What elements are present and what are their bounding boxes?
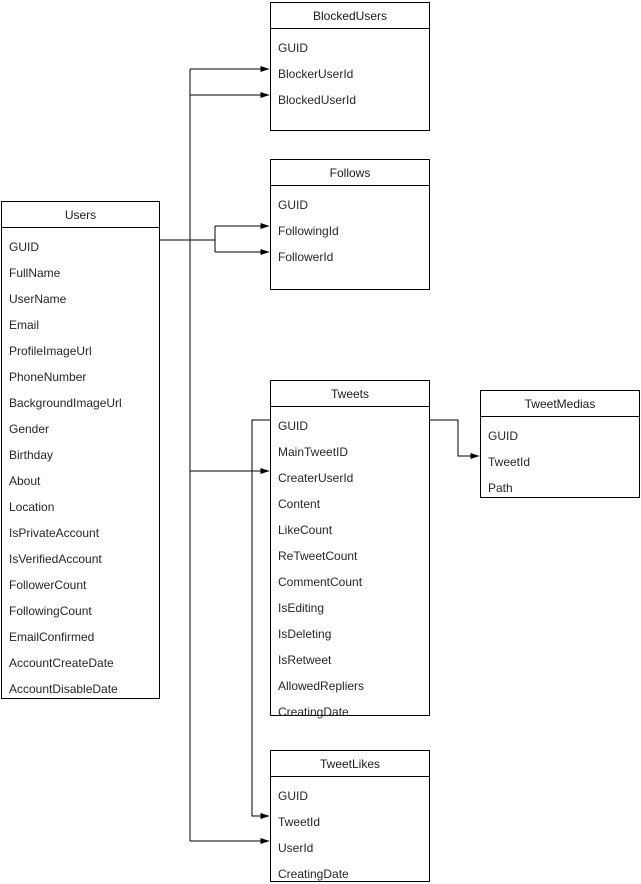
field-users-emailconfirmed[interactable]: EmailConfirmed [2, 624, 159, 650]
field-tweets-commentcount[interactable]: CommentCount [271, 569, 429, 595]
field-tweets-isretweet[interactable]: IsRetweet [271, 647, 429, 673]
entity-title-users: Users [2, 202, 159, 228]
entity-title-blocked_users: BlockedUsers [271, 3, 429, 29]
entity-fields-blocked_users: GUID BlockerUserId BlockedUserId [271, 29, 429, 113]
field-follows-followingid[interactable]: FollowingId [271, 218, 429, 244]
field-users-accountdisabledate[interactable]: AccountDisableDate [2, 676, 159, 702]
field-follows-guid[interactable]: GUID [271, 192, 429, 218]
field-tweet_medias-tweetid[interactable]: TweetId [481, 449, 639, 475]
field-tweets-creatingdate[interactable]: CreatingDate [271, 699, 429, 725]
field-users-gender[interactable]: Gender [2, 416, 159, 442]
field-users-username[interactable]: UserName [2, 286, 159, 312]
field-tweets-likecount[interactable]: LikeCount [271, 517, 429, 543]
field-follows-followerid[interactable]: FollowerId [271, 244, 429, 270]
field-users-isverifiedaccount[interactable]: IsVerifiedAccount [2, 546, 159, 572]
entity-tweet_medias[interactable]: TweetMedias GUID TweetId Path [480, 390, 640, 498]
entity-title-tweet_medias: TweetMedias [481, 391, 639, 417]
entity-users[interactable]: Users GUID FullName UserName Email ProfileIma… [1, 201, 160, 699]
entity-tweet_likes[interactable]: TweetLikes GUID TweetId UserId CreatingDate [270, 750, 430, 882]
entity-follows[interactable]: Follows GUID FollowingId FollowerId [270, 159, 430, 290]
field-tweet_medias-path[interactable]: Path [481, 475, 639, 501]
field-users-followingcount[interactable]: FollowingCount [2, 598, 159, 624]
entity-title-follows: Follows [271, 160, 429, 186]
field-users-accountcreatedate[interactable]: AccountCreateDate [2, 650, 159, 676]
field-tweet_likes-creatingdate[interactable]: CreatingDate [271, 861, 429, 884]
entity-fields-users: GUID FullName UserName Email ProfileImageUrl… [2, 228, 159, 702]
field-tweets-maintweetid[interactable]: MainTweetID [271, 439, 429, 465]
field-tweets-guid[interactable]: GUID [271, 413, 429, 439]
entity-fields-tweet_medias: GUID TweetId Path [481, 417, 639, 501]
field-users-isprivateaccount[interactable]: IsPrivateAccount [2, 520, 159, 546]
connector-tweets-to-tweetlikes-tweetid [251, 419, 270, 819]
field-tweets-allowedrepliers[interactable]: AllowedRepliers [271, 673, 429, 699]
connector-tweets-to-tweetmedias-tweetid [430, 419, 480, 459]
er-diagram-canvas: BlockedUsers GUID BlockerUserId BlockedUser… [0, 0, 641, 884]
field-tweet_likes-userid[interactable]: UserId [271, 835, 429, 861]
field-users-about[interactable]: About [2, 468, 159, 494]
field-users-location[interactable]: Location [2, 494, 159, 520]
field-tweets-retweetcount[interactable]: ReTweetCount [271, 543, 429, 569]
field-tweet_likes-guid[interactable]: GUID [271, 783, 429, 809]
entity-title-tweet_likes: TweetLikes [271, 751, 429, 777]
field-users-followercount[interactable]: FollowerCount [2, 572, 159, 598]
field-tweets-content[interactable]: Content [271, 491, 429, 517]
entity-fields-tweets: GUID MainTweetID CreaterUserId Content LikeC… [271, 407, 429, 725]
field-tweet_likes-tweetid[interactable]: TweetId [271, 809, 429, 835]
field-tweets-isediting[interactable]: IsEditing [271, 595, 429, 621]
field-tweets-createruserid[interactable]: CreaterUserId [271, 465, 429, 491]
field-users-phonenumber[interactable]: PhoneNumber [2, 364, 159, 390]
field-users-birthday[interactable]: Birthday [2, 442, 159, 468]
field-blocked_users-blockeduserid[interactable]: BlockedUserId [271, 87, 429, 113]
field-users-profileimageurl[interactable]: ProfileImageUrl [2, 338, 159, 364]
field-blocked_users-guid[interactable]: GUID [271, 35, 429, 61]
entity-blocked_users[interactable]: BlockedUsers GUID BlockerUserId BlockedUser… [270, 2, 430, 131]
field-users-guid[interactable]: GUID [2, 234, 159, 260]
field-users-email[interactable]: Email [2, 312, 159, 338]
entity-fields-tweet_likes: GUID TweetId UserId CreatingDate [271, 777, 429, 884]
field-tweets-isdeleting[interactable]: IsDeleting [271, 621, 429, 647]
entity-tweets[interactable]: Tweets GUID MainTweetID CreaterUserId Conten… [270, 380, 430, 719]
field-blocked_users-blockeruserid[interactable]: BlockerUserId [271, 61, 429, 87]
field-users-backgroundimageurl[interactable]: BackgroundImageUrl [2, 390, 159, 416]
entity-fields-follows: GUID FollowingId FollowerId [271, 186, 429, 270]
field-tweet_medias-guid[interactable]: GUID [481, 423, 639, 449]
field-users-fullname[interactable]: FullName [2, 260, 159, 286]
entity-title-tweets: Tweets [271, 381, 429, 407]
